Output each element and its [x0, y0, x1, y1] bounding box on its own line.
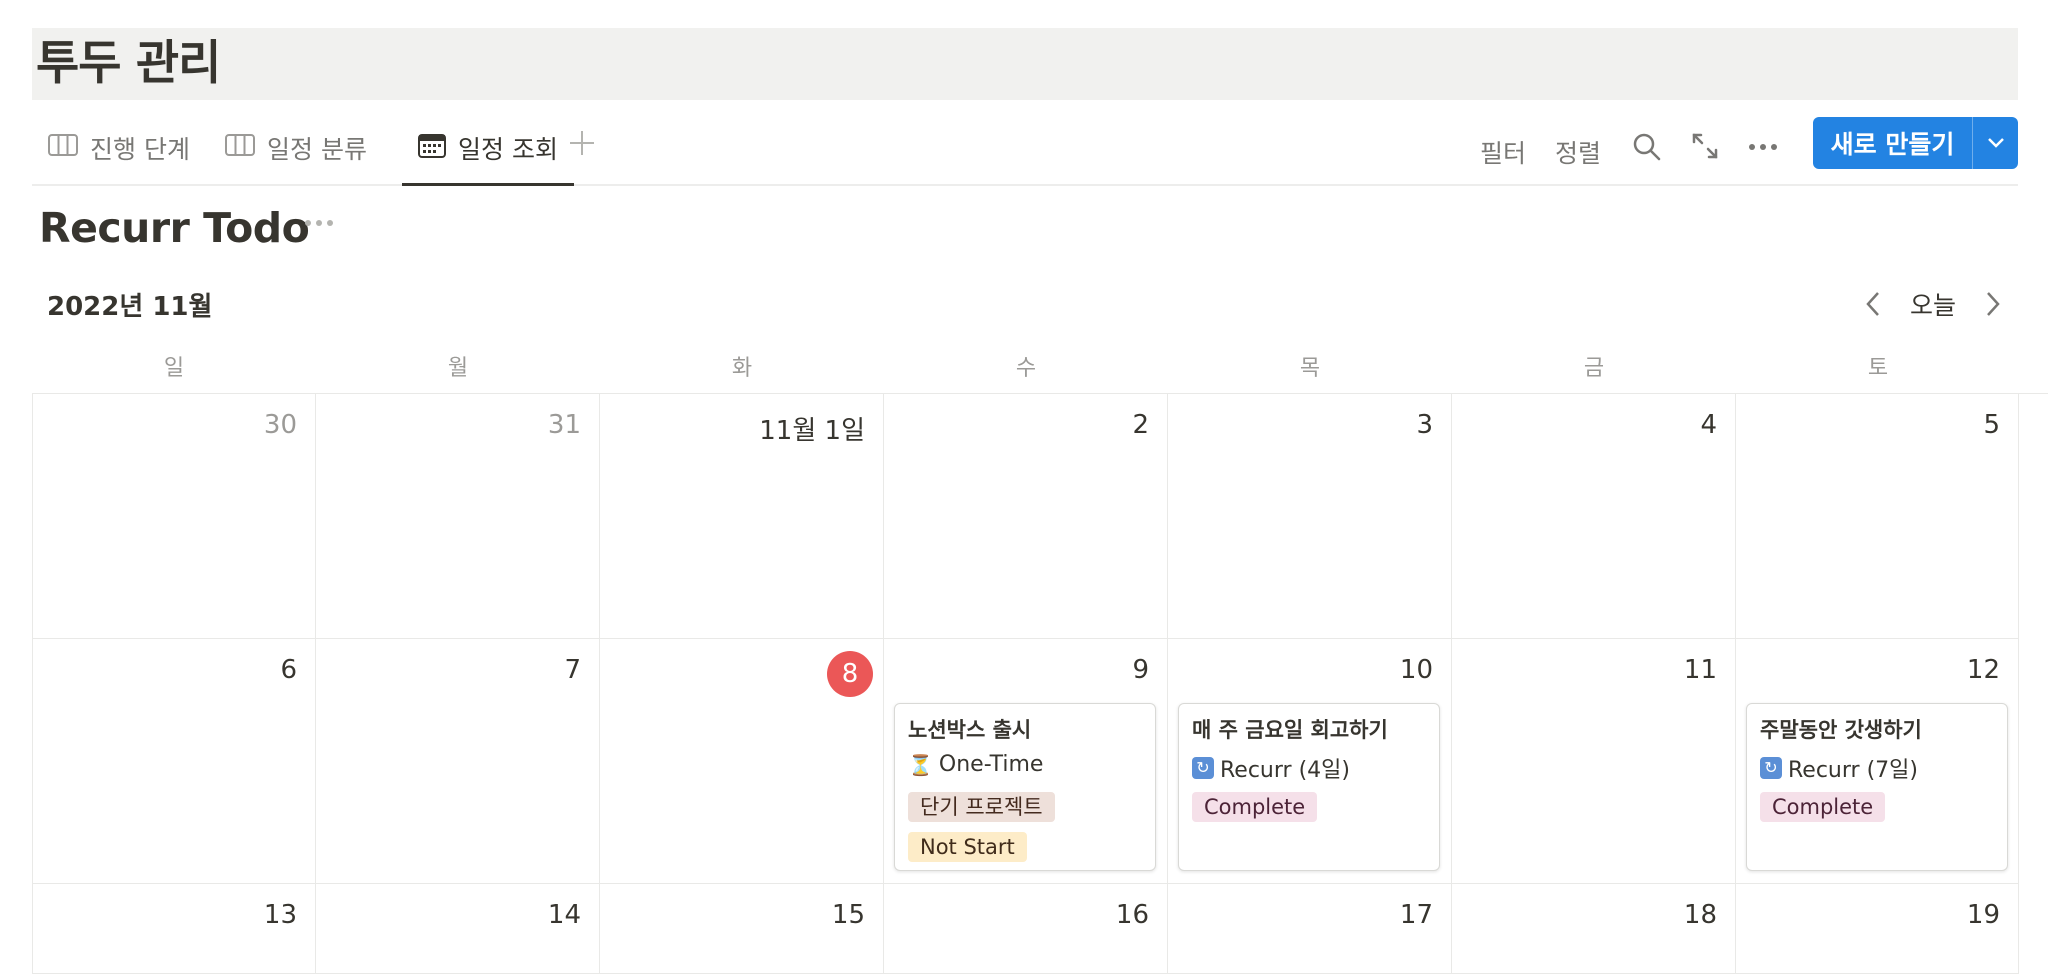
new-button-group: 새로 만들기 [1813, 117, 2018, 169]
chevron-right-icon[interactable] [1984, 290, 2002, 322]
day-number: 17 [1399, 900, 1433, 930]
calendar-day-cell[interactable]: 5 [1736, 394, 2019, 639]
weekday-label: 토 [1867, 356, 1889, 381]
event-card[interactable]: 노션박스 출시 ⏳ One-Time 단기 프로젝트 Not Start [894, 703, 1156, 871]
recurring-icon: ↻ [1760, 757, 1782, 779]
day-number: 7 [564, 655, 581, 685]
month-label: 2022년 11월 [47, 292, 213, 322]
event-type: ⏳ One-Time [908, 752, 1043, 777]
calendar-day-cell[interactable]: 14 [316, 884, 600, 974]
weekday-label: 금 [1583, 356, 1605, 381]
add-view-icon[interactable] [568, 126, 596, 166]
calendar-day-cell[interactable]: 19 [1736, 884, 2019, 974]
day-number: 2 [1132, 410, 1149, 440]
weekday-label: 화 [731, 356, 753, 381]
tab-progress-stage[interactable]: 진행 단계 [48, 112, 190, 184]
calendar-icon [418, 132, 446, 164]
calendar-day-cell[interactable]: 11 [1452, 639, 1736, 884]
calendar-day-cell[interactable]: 6 [32, 639, 316, 884]
view-more-icon[interactable] [304, 214, 334, 233]
tab-label: 진행 단계 [90, 135, 190, 164]
day-number: 19 [1966, 900, 2000, 930]
tab-label: 일정 조회 [458, 135, 558, 164]
day-number: 3 [1416, 410, 1433, 440]
event-card[interactable]: 매 주 금요일 회고하기 ↻ Recurr (4일) Complete [1178, 703, 1440, 871]
page-title[interactable]: 투두 관리 [36, 34, 221, 94]
calendar-day-cell[interactable]: 17 [1168, 884, 1452, 974]
event-title: 주말동안 갓생하기 [1760, 718, 1922, 742]
chevron-down-icon[interactable] [1973, 117, 2018, 169]
day-number: 31 [547, 410, 581, 440]
event-type: ↻ Recurr (4일) [1192, 752, 1350, 784]
hourglass-icon: ⏳ [908, 752, 933, 777]
event-tag: Not Start [908, 832, 1027, 862]
event-type-label: Recurr (4일) [1220, 758, 1350, 783]
calendar-day-cell[interactable]: 9 노션박스 출시 ⏳ One-Time 단기 프로젝트 Not Start [884, 639, 1168, 884]
calendar-day-cell[interactable]: 30 [32, 394, 316, 639]
today-button[interactable]: 오늘 [1910, 286, 1956, 322]
event-type-label: One-Time [938, 752, 1044, 777]
event-type: ↻ Recurr (7일) [1760, 752, 1918, 784]
weekday-label: 목 [1299, 356, 1321, 381]
event-tag: Complete [1760, 792, 1886, 822]
day-number: 11 [1683, 655, 1717, 685]
more-options-icon[interactable] [1748, 138, 1778, 157]
day-number: 6 [280, 655, 297, 685]
day-number: 14 [547, 900, 581, 930]
day-number: 18 [1683, 900, 1717, 930]
tab-schedule-category[interactable]: 일정 분류 [225, 112, 367, 184]
calendar-day-cell[interactable]: 2 [884, 394, 1168, 639]
calendar-day-cell[interactable]: 3 [1168, 394, 1452, 639]
day-number: 30 [263, 410, 297, 440]
recurring-icon: ↻ [1192, 757, 1214, 779]
weekday-label: 월 [447, 356, 469, 381]
calendar-day-cell[interactable]: 31 [316, 394, 600, 639]
sort-button[interactable]: 정렬 [1555, 134, 1601, 170]
day-number: 16 [1115, 900, 1149, 930]
event-tag: 단기 프로젝트 [908, 792, 1055, 822]
board-icon [225, 133, 255, 163]
day-number: 12 [1966, 655, 2000, 685]
calendar-day-cell[interactable]: 7 [316, 639, 600, 884]
calendar-day-cell[interactable]: 10 매 주 금요일 회고하기 ↻ Recurr (4일) Complete [1168, 639, 1452, 884]
event-title: 노션박스 출시 [908, 718, 1032, 742]
new-button[interactable]: 새로 만들기 [1813, 125, 1972, 161]
filter-button[interactable]: 필터 [1480, 134, 1526, 170]
day-number: 9 [1132, 655, 1149, 685]
event-type-label: Recurr (7일) [1788, 758, 1918, 783]
day-number: 15 [831, 900, 865, 930]
today-day-number: 8 [827, 651, 873, 697]
calendar-day-cell[interactable]: 11월 1일 [600, 394, 884, 639]
event-tag: Complete [1192, 792, 1318, 822]
calendar-day-cell[interactable]: 16 [884, 884, 1168, 974]
calendar-day-cell[interactable]: 18 [1452, 884, 1736, 974]
day-number: 10 [1399, 655, 1433, 685]
expand-icon[interactable] [1691, 132, 1719, 164]
calendar-grid: 30 31 11월 1일 2 3 4 5 6 7 8 9 노션박스 출시 ⏳ One-Time 단기 프로젝… [32, 393, 2048, 974]
view-title[interactable]: Recurr Todo [39, 204, 310, 252]
day-number: 4 [1700, 410, 1717, 440]
board-icon [48, 133, 78, 163]
calendar-day-cell[interactable]: 13 [32, 884, 316, 974]
event-card[interactable]: 주말동안 갓생하기 ↻ Recurr (7일) Complete [1746, 703, 2008, 871]
calendar-day-cell[interactable]: 12 주말동안 갓생하기 ↻ Recurr (7일) Complete [1736, 639, 2019, 884]
view-tabs-bar: 진행 단계 일정 분류 일정 조회 필터 정렬 새로 만들기 [32, 112, 2018, 186]
day-number: 13 [263, 900, 297, 930]
chevron-left-icon[interactable] [1864, 290, 1882, 322]
weekday-header: 일월화수목금토 [32, 344, 2048, 394]
calendar-day-cell[interactable]: 15 [600, 884, 884, 974]
calendar-day-cell[interactable]: 8 [600, 639, 884, 884]
tab-label: 일정 분류 [267, 135, 367, 164]
weekday-label: 수 [1015, 356, 1037, 381]
page-title-bar: 투두 관리 [32, 28, 2018, 100]
tab-schedule-view[interactable]: 일정 조회 [402, 112, 574, 186]
search-icon[interactable] [1632, 132, 1662, 166]
calendar-day-cell[interactable]: 4 [1452, 394, 1736, 639]
day-number: 11월 1일 [759, 416, 865, 446]
event-title: 매 주 금요일 회고하기 [1192, 718, 1388, 742]
weekday-label: 일 [163, 356, 185, 381]
day-number: 5 [1983, 410, 2000, 440]
